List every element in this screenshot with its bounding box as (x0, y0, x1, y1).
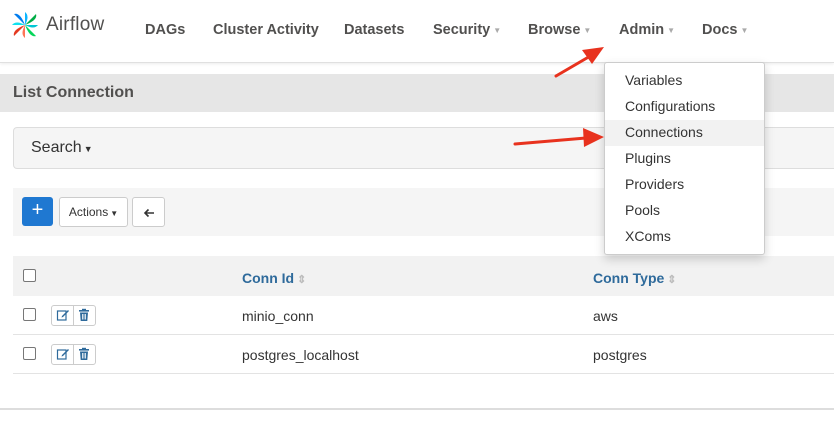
annotation-arrow-connections (513, 128, 604, 147)
annotation-arrow-admin (554, 47, 604, 78)
annotation-arrows (513, 47, 604, 147)
